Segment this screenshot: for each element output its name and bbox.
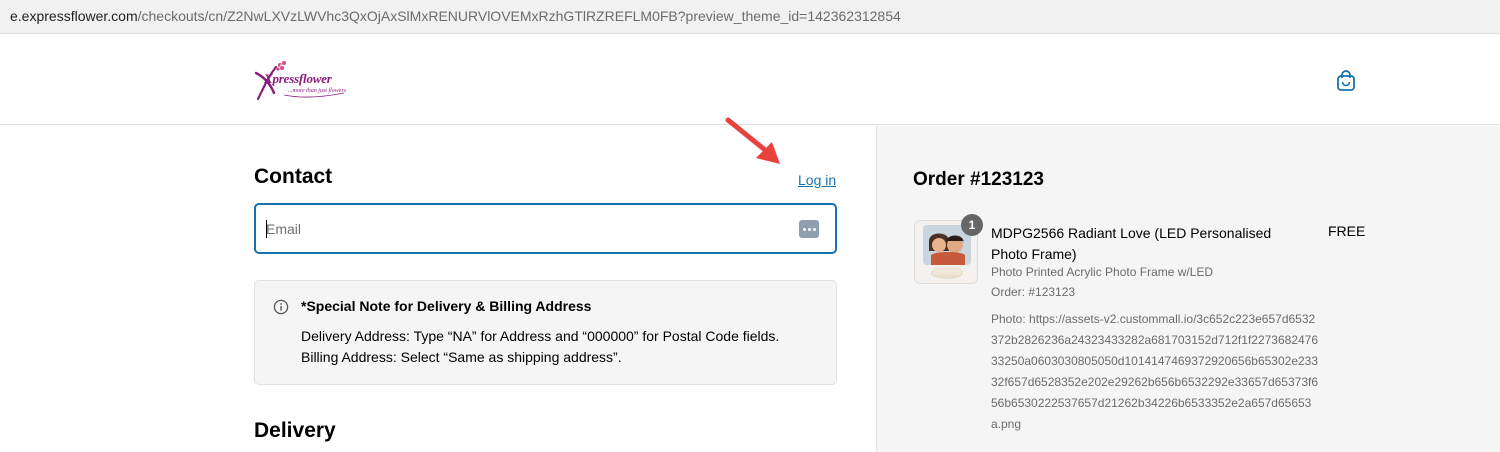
quantity-badge: 1 [961,214,983,236]
shopping-bag-icon [1337,70,1355,91]
product-variant: Photo Printed Acrylic Photo Frame w/LED [991,265,1214,279]
autofill-key-icon[interactable] [799,220,819,238]
special-note-box: *Special Note for Delivery & Billing Add… [254,280,837,385]
product-order-ref: Order: #123123 [991,285,1076,299]
info-icon [273,299,289,315]
email-field[interactable] [254,203,837,254]
url-text[interactable]: e.expressflower.com/checkouts/cn/Z2NwLXV… [10,8,901,24]
xpressflower-logo[interactable]: Xpressflower ...more than just flowers [254,59,354,101]
order-summary-panel: Order #123123 1 MDPG2566 Radiant Love (L… [876,126,1500,452]
special-note-title: *Special Note for Delivery & Billing Add… [301,298,592,314]
special-note-billing-line: Billing Address: Select “Same as shippin… [301,349,622,365]
text-caret [266,220,267,238]
annotation-arrow-icon [725,117,780,164]
browser-address-bar[interactable]: e.expressflower.com/checkouts/cn/Z2NwLXV… [0,0,1500,34]
logo-wordmark: Xpressflower [264,71,332,86]
cart-button[interactable] [1334,69,1358,93]
special-note-delivery-line: Delivery Address: Type “NA” for Address … [301,328,780,344]
product-price: FREE [1328,223,1366,239]
contact-heading: Contact [254,165,333,188]
logo-tagline: ...more than just flowers [288,88,347,94]
url-host: e.expressflower.com [10,8,138,24]
url-path: /checkouts/cn/Z2NwLXVzLWVhc3QxOjAxSlMxRE… [137,8,901,24]
product-photo-url: Photo: https://assets-v2.custommall.io/3… [991,312,1319,431]
product-name: MDPG2566 Radiant Love (LED Personalised … [991,225,1272,262]
order-title: Order #123123 [913,169,1044,190]
email-input[interactable] [266,218,786,240]
delivery-heading: Delivery [254,419,336,442]
login-link[interactable]: Log in [798,172,836,188]
